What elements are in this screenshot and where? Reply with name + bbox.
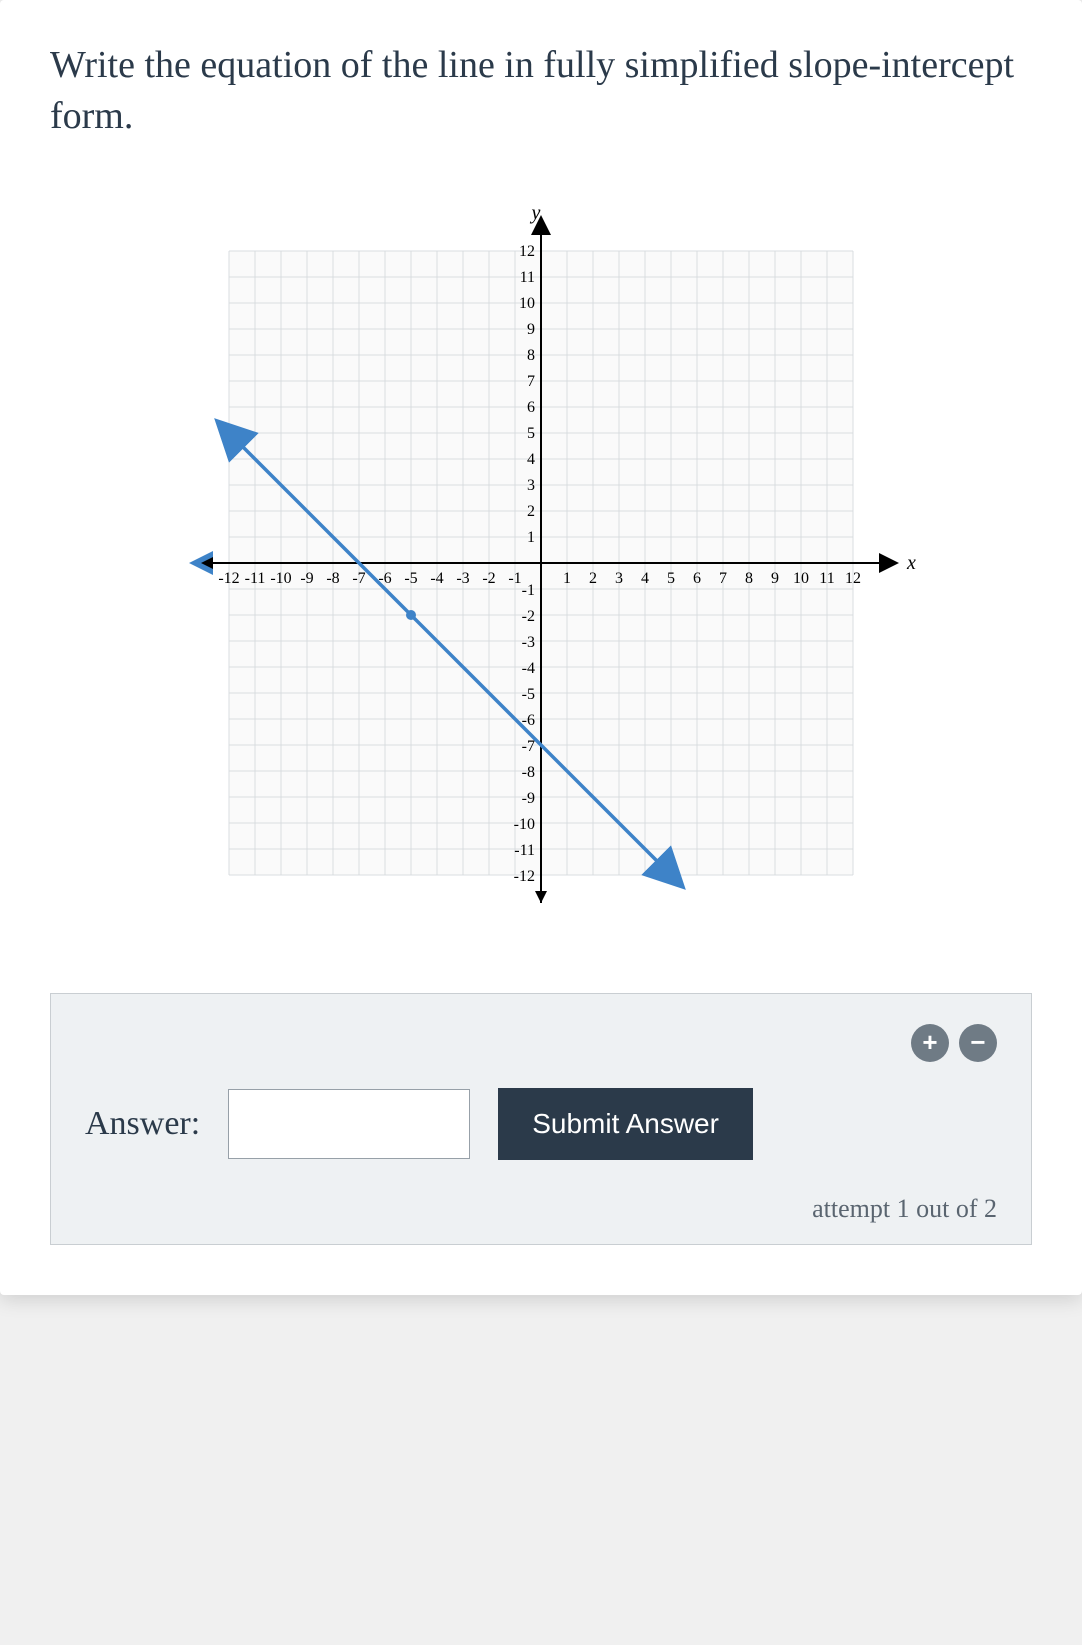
- answer-input[interactable]: [228, 1089, 470, 1159]
- svg-text:12: 12: [519, 243, 535, 260]
- svg-text:5: 5: [667, 570, 675, 587]
- svg-text:-3: -3: [456, 570, 469, 587]
- x-axis-label: x: [906, 552, 916, 574]
- svg-text:-1: -1: [508, 570, 521, 587]
- plus-icon: +: [922, 1027, 937, 1058]
- svg-text:6: 6: [693, 570, 701, 587]
- svg-text:-1: -1: [522, 582, 535, 599]
- submit-button[interactable]: Submit Answer: [498, 1088, 753, 1160]
- svg-text:4: 4: [641, 570, 649, 587]
- add-field-button[interactable]: +: [911, 1024, 949, 1062]
- svg-text:-12: -12: [218, 570, 239, 587]
- svg-text:9: 9: [527, 321, 535, 338]
- coordinate-graph: x y -12-11-10-9-8-7-6-5-4-3-2-1 12345678…: [151, 203, 931, 923]
- svg-text:-8: -8: [326, 570, 339, 587]
- svg-text:-3: -3: [522, 634, 535, 651]
- svg-text:-7: -7: [352, 570, 365, 587]
- answer-row: Answer: Submit Answer: [85, 1088, 997, 1160]
- question-prompt: Write the equation of the line in fully …: [50, 40, 1032, 143]
- attempt-counter: attempt 1 out of 2: [85, 1194, 997, 1224]
- svg-text:4: 4: [527, 451, 535, 468]
- svg-text:2: 2: [527, 503, 535, 520]
- svg-text:10: 10: [793, 570, 809, 587]
- svg-text:12: 12: [845, 570, 861, 587]
- answer-label: Answer:: [85, 1105, 200, 1143]
- svg-text:8: 8: [745, 570, 753, 587]
- svg-text:2: 2: [589, 570, 597, 587]
- svg-text:-4: -4: [430, 570, 443, 587]
- svg-text:-9: -9: [522, 790, 535, 807]
- svg-text:1: 1: [563, 570, 571, 587]
- svg-text:3: 3: [615, 570, 623, 587]
- svg-text:-10: -10: [514, 816, 535, 833]
- svg-text:7: 7: [527, 373, 535, 390]
- svg-text:11: 11: [520, 269, 535, 286]
- svg-text:5: 5: [527, 425, 535, 442]
- svg-text:-11: -11: [245, 570, 266, 587]
- answer-panel: + − Answer: Submit Answer attempt 1 out …: [50, 993, 1032, 1245]
- svg-text:-11: -11: [514, 842, 535, 859]
- svg-text:3: 3: [527, 477, 535, 494]
- svg-text:-10: -10: [270, 570, 291, 587]
- svg-text:-12: -12: [514, 868, 535, 885]
- submit-button-label: Submit Answer: [532, 1108, 719, 1139]
- minus-icon: −: [970, 1027, 985, 1058]
- svg-text:-2: -2: [522, 608, 535, 625]
- add-remove-row: + −: [85, 1024, 997, 1062]
- svg-text:-9: -9: [300, 570, 313, 587]
- remove-field-button[interactable]: −: [959, 1024, 997, 1062]
- chart-container: x y -12-11-10-9-8-7-6-5-4-3-2-1 12345678…: [50, 203, 1032, 923]
- svg-text:6: 6: [527, 399, 535, 416]
- svg-text:8: 8: [527, 347, 535, 364]
- svg-text:7: 7: [719, 570, 727, 587]
- svg-text:-4: -4: [522, 660, 535, 677]
- plotted-point: [406, 610, 416, 620]
- svg-text:-5: -5: [522, 686, 535, 703]
- y-axis-label: y: [530, 203, 541, 224]
- svg-text:9: 9: [771, 570, 779, 587]
- svg-text:-7: -7: [522, 738, 535, 755]
- svg-text:-5: -5: [404, 570, 417, 587]
- question-card: Write the equation of the line in fully …: [0, 0, 1082, 1295]
- svg-text:-8: -8: [522, 764, 535, 781]
- svg-text:-2: -2: [482, 570, 495, 587]
- svg-text:11: 11: [819, 570, 834, 587]
- svg-text:1: 1: [527, 529, 535, 546]
- svg-text:10: 10: [519, 295, 535, 312]
